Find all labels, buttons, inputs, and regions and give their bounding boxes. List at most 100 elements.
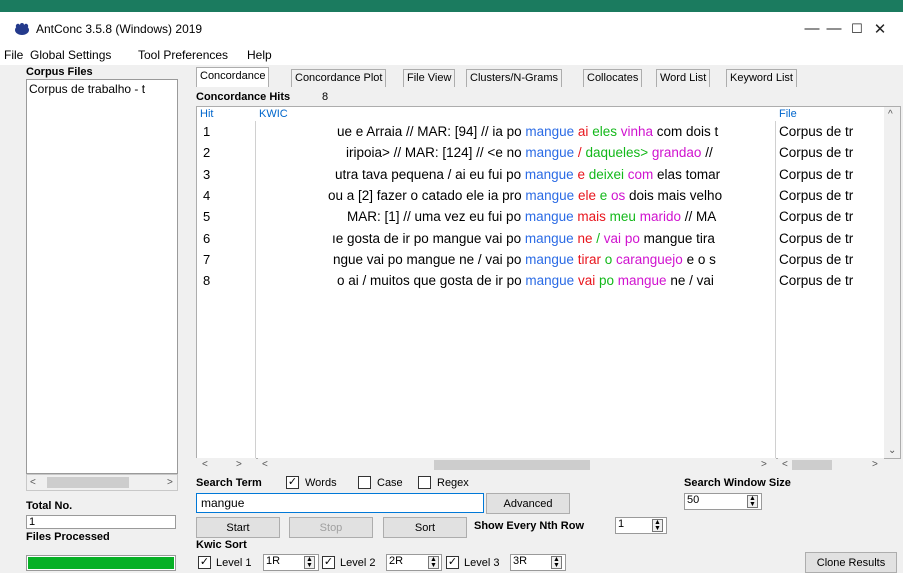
close-button[interactable]: ✕ [857, 12, 903, 45]
minimize-icon-glyph: — [804, 20, 820, 37]
tab-keyword-list[interactable]: Keyword List [726, 69, 797, 87]
scroll-right-icon[interactable]: > [167, 477, 173, 488]
kwic-left-context: iripoia> // MAR: [124] // <e no [346, 145, 526, 161]
menu-global-settings[interactable]: Global Settings [30, 48, 111, 62]
scroll-up-icon[interactable]: ^ [888, 109, 893, 120]
concordance-results[interactable]: Hit KWIC File 1 2 3 4 5 6 7 8 ue e Arraia // MA… [196, 106, 901, 459]
kwic-left-context: o ai / muitos que gosta de ir po [337, 273, 526, 289]
column-header-file[interactable]: File [779, 108, 797, 120]
tab-concordance-plot[interactable]: Concordance Plot [291, 69, 387, 87]
hit-number: 1 [203, 124, 211, 139]
kwic-scroll-thumb[interactable] [434, 460, 590, 470]
kwic-keyword[interactable]: mangue [525, 188, 574, 203]
results-vscrollbar[interactable]: ^ ⌄ [884, 107, 900, 458]
hit-number: 4 [203, 187, 211, 203]
sort-button[interactable]: Sort [383, 517, 467, 538]
concordance-hits-label: Concordance Hits [196, 91, 291, 103]
file-hscrollbar[interactable]: < > [778, 458, 884, 472]
kwic-left-context: MAR: [1] // uma vez eu fui po [347, 209, 525, 225]
level2-checkbox[interactable]: ✓ [322, 556, 335, 569]
column-header-kwic[interactable]: KWIC [259, 108, 288, 120]
kwic-keyword[interactable]: mangue [525, 252, 574, 267]
kwic-level3-word: caranguejo [616, 251, 683, 267]
nth-row-spinner-icon[interactable]: ▲ ▼ [652, 519, 663, 532]
kwic-level3-word: marido [639, 209, 681, 225]
kwic-line[interactable]: MAR: [1] // uma vez eu fui po mangue mai… [347, 209, 716, 224]
files-processed-progress [26, 555, 176, 571]
window-size-spinner-icon[interactable]: ▲ ▼ [747, 495, 758, 508]
kwic-line[interactable]: ıe gosta de ir po mangue vai po mangue n… [332, 231, 715, 246]
tab-clusters-ngrams[interactable]: Clusters/N-Grams [466, 69, 563, 87]
scroll-left-icon[interactable]: < [262, 459, 268, 470]
level2-value: 2R [389, 555, 404, 567]
tab-collocates[interactable]: Collocates [583, 69, 643, 87]
case-checkbox[interactable] [358, 476, 371, 489]
antconc-window: AntConc 3.5.8 (Windows) 2019 — — ☐ ✕ Fil… [0, 12, 903, 573]
menu-help[interactable]: Help [247, 48, 272, 62]
kwic-level1-word: vai [577, 273, 596, 289]
advanced-button[interactable]: Advanced [486, 493, 570, 514]
kwic-left-context: ue e Arraia // MAR: [94] // ia po [337, 124, 526, 139]
kwic-level3-word: com [627, 166, 654, 182]
tab-file-view[interactable]: File View [403, 69, 456, 87]
kwic-line[interactable]: utra tava pequena / ai eu fui po mangue … [335, 167, 720, 182]
clone-results-button[interactable]: Clone Results [805, 552, 897, 573]
scroll-left-icon[interactable]: < [30, 477, 36, 488]
kwic-level2-word: eles [592, 124, 617, 139]
file-scroll-thumb[interactable] [792, 460, 832, 470]
scroll-right-icon[interactable]: > [236, 459, 242, 470]
kwic-line[interactable]: iripoia> // MAR: [124] // <e no mangue /… [346, 145, 713, 160]
kwic-level2-word: po [598, 273, 614, 289]
kwic-right-context: elas tomar [653, 166, 721, 182]
kwic-keyword[interactable]: mangue [525, 231, 574, 246]
kwic-keyword[interactable]: mangue [525, 145, 574, 160]
file-name: Corpus de tr [779, 230, 854, 246]
hit-hscrollbar[interactable]: < > [196, 458, 256, 472]
scroll-left-icon[interactable]: < [782, 459, 788, 470]
kwic-line[interactable]: ou a [2] fazer o catado ele ia pro mangu… [328, 188, 722, 203]
tab-concordance[interactable]: Concordance [196, 67, 270, 87]
kwic-left-context: ngue vai po mangue ne / vai po [333, 251, 526, 267]
scroll-down-icon[interactable]: ⌄ [888, 445, 896, 456]
level1-spinner-icon[interactable]: ▲ ▼ [304, 556, 315, 569]
kwic-keyword[interactable]: mangue [525, 273, 574, 288]
level2-spinner-icon[interactable]: ▲ ▼ [428, 556, 439, 569]
kwic-line[interactable]: o ai / muitos que gosta de ir po mangue … [337, 273, 714, 288]
kwic-level3-word: vai [603, 230, 622, 246]
kwic-level1-word: tirar [577, 251, 601, 267]
regex-checkbox[interactable] [418, 476, 431, 489]
words-checkbox[interactable]: ✓ [286, 476, 299, 489]
column-header-hit[interactable]: Hit [200, 108, 213, 120]
scroll-thumb[interactable] [47, 477, 129, 488]
search-input[interactable] [196, 493, 484, 513]
kwic-level1-word: ele [577, 187, 596, 203]
file-name: Corpus de tr [779, 145, 854, 161]
stop-button[interactable]: Stop [289, 517, 373, 538]
desktop-top-strip [0, 0, 903, 12]
scroll-right-icon[interactable]: > [872, 459, 878, 470]
kwic-keyword[interactable]: mangue [525, 124, 574, 139]
menu-file[interactable]: File [4, 48, 23, 62]
kwic-line[interactable]: ngue vai po mangue ne / vai po mangue ti… [333, 252, 716, 267]
concordance-hits-count: 8 [322, 91, 329, 103]
scroll-right-icon[interactable]: > [761, 459, 767, 470]
kwic-left-context: ıe gosta de ir po mangue vai po [332, 230, 525, 246]
level3-checkbox[interactable]: ✓ [446, 556, 459, 569]
tab-word-list[interactable]: Word List [656, 69, 711, 87]
level1-checkbox[interactable]: ✓ [198, 556, 211, 569]
corpus-file-item[interactable]: Corpus de trabalho - t [29, 82, 145, 96]
kwic-keyword[interactable]: mangue [525, 209, 574, 224]
kwic-sort-label: Kwic Sort [196, 539, 247, 551]
kwic-level1-word: e [577, 166, 585, 182]
kwic-keyword[interactable]: mangue [525, 167, 574, 182]
kwic-line[interactable]: ue e Arraia // MAR: [94] // ia po mangue… [337, 124, 718, 139]
level3-spinner-icon[interactable]: ▲ ▼ [551, 556, 562, 569]
start-button[interactable]: Start [196, 517, 280, 538]
kwic-hscrollbar[interactable]: < > [258, 458, 776, 472]
scroll-left-icon[interactable]: < [202, 459, 208, 470]
minimize-button-glyph[interactable]: — [789, 12, 835, 45]
corpus-files-list[interactable]: Corpus de trabalho - t [26, 79, 178, 474]
corpus-list-hscrollbar[interactable]: < > [26, 474, 178, 491]
level1-value: 1R [266, 555, 281, 567]
menu-tool-preferences[interactable]: Tool Preferences [138, 48, 228, 62]
